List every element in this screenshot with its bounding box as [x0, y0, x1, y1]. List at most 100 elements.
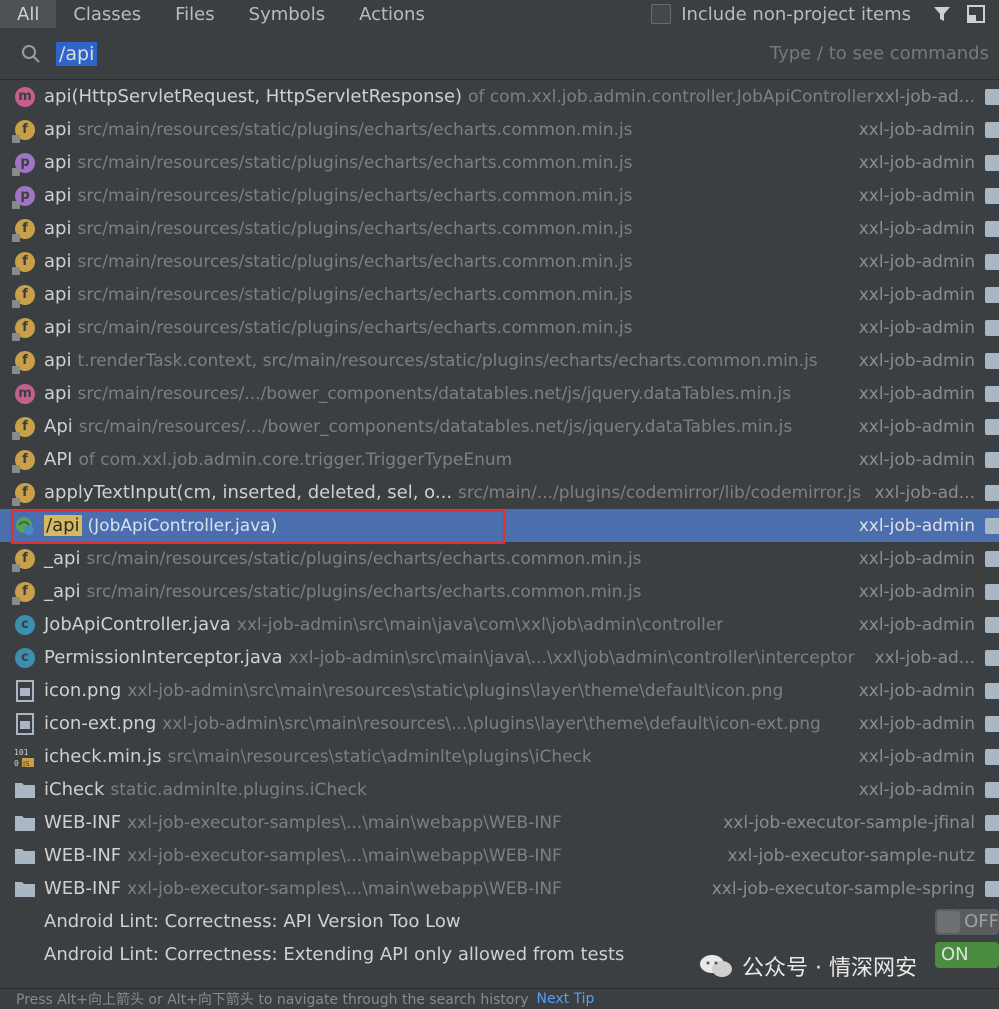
svg-text:JS: JS [22, 760, 30, 768]
field-icon: f [12, 416, 36, 440]
result-name: api [44, 218, 72, 239]
result-name: WEB-INF [44, 812, 122, 833]
result-row[interactable]: f api src/main/resources/static/plugins/ec… [0, 113, 999, 146]
property-icon: p [12, 185, 36, 209]
result-module: xxl-job-admin [858, 152, 975, 173]
result-row[interactable]: f Api src/main/resources/.../bower_compone… [0, 410, 999, 443]
result-name: _api [44, 548, 81, 569]
result-module: xxl-job-admin [858, 119, 975, 140]
search-bar: /api Type / to see commands [0, 28, 999, 80]
module-folder-icon [985, 187, 999, 204]
result-name: icheck.min.js [44, 746, 162, 767]
module-folder-icon [985, 583, 999, 600]
result-row[interactable]: f api src/main/resources/static/plugins/ec… [0, 278, 999, 311]
result-location: src/main/resources/static/plugins/echart… [77, 152, 633, 173]
include-non-project-checkbox[interactable] [651, 4, 672, 24]
result-name: icon.png [44, 680, 122, 701]
module-folder-icon [985, 781, 999, 798]
tab-files[interactable]: Files [158, 0, 232, 28]
folder-icon [14, 812, 36, 834]
result-name: api [44, 185, 72, 206]
module-folder-icon [985, 253, 999, 270]
module-folder-icon [985, 550, 999, 567]
tab-actions[interactable]: Actions [342, 0, 442, 28]
result-row[interactable]: f API of com.xxl.job.admin.core.trigger.Tr… [0, 443, 999, 476]
search-input[interactable]: /api [56, 41, 98, 66]
result-location: xxl-job-admin\src\main\java\com\xxl\job\… [236, 614, 724, 635]
result-row[interactable]: 101 0 JS icheck.min.js src\main\resources\st… [0, 740, 999, 773]
js-file-icon: 101 0 JS [14, 746, 36, 768]
result-row-selected[interactable]: /api (JobApiController.java) xxl-job-admin [0, 509, 999, 544]
result-row[interactable]: WEB-INF xxl-job-executor-samples\...\main… [0, 806, 999, 839]
module-folder-icon [985, 649, 999, 666]
result-row[interactable]: p api src/main/resources/static/plugins/ec… [0, 179, 999, 212]
module-folder-icon [985, 319, 999, 336]
result-row[interactable]: f api src/main/resources/static/plugins/ec… [0, 245, 999, 278]
next-tip-link[interactable]: Next Tip [536, 991, 594, 1007]
action-row[interactable]: Android Lint: Correctness: API Version T… [0, 905, 999, 938]
field-icon: f [12, 581, 36, 605]
result-row[interactable]: icon.png xxl-job-admin\src\main\resources… [0, 674, 999, 707]
result-module: xxl-job-admin [858, 317, 975, 338]
result-location: xxl-job-executor-samples\...\main\webapp… [127, 845, 562, 866]
result-row[interactable]: c PermissionInterceptor.java xxl-job-admin… [0, 641, 999, 674]
result-module: xxl-job-admin [858, 251, 975, 272]
result-location: static.adminlte.plugins.iCheck [110, 779, 367, 800]
result-module: xxl-job-admin [858, 416, 975, 437]
search-icon [22, 44, 40, 63]
result-row[interactable]: iCheck static.adminlte.plugins.iCheck xxl-… [0, 773, 999, 806]
tab-all[interactable]: All [0, 0, 57, 28]
result-module: xxl-job-admin [858, 284, 975, 305]
field-icon: f [12, 449, 36, 473]
result-row[interactable]: icon-ext.png xxl-job-admin\src\main\resou… [0, 707, 999, 740]
result-location: xxl-job-admin\src\main\java\...\xxl\job\… [288, 647, 855, 668]
result-location: src/main/.../plugins/codemirror/lib/code… [458, 482, 861, 503]
result-location: src/main/resources/static/plugins/echart… [77, 251, 633, 272]
preview-pane-icon[interactable] [965, 3, 987, 25]
action-toggle[interactable]: OFF [935, 908, 999, 935]
module-folder-icon [985, 847, 999, 864]
result-location: src/main/resources/static/plugins/echart… [86, 548, 642, 569]
action-toggle[interactable]: ON [935, 941, 999, 968]
result-row[interactable]: f _api src/main/resources/static/plugins/e… [0, 575, 999, 608]
module-folder-icon [985, 352, 999, 369]
module-folder-icon [985, 748, 999, 765]
folder-icon [14, 878, 36, 900]
result-name: applyTextInput(cm, inserted, deleted, se… [44, 482, 453, 503]
method-icon: m [14, 86, 36, 108]
result-row[interactable]: m api(HttpServletRequest, HttpServletResp… [0, 80, 999, 113]
field-icon: f [12, 284, 36, 308]
result-row[interactable]: WEB-INF xxl-job-executor-samples\...\main… [0, 872, 999, 905]
result-name: icon-ext.png [44, 713, 157, 734]
result-name: api [44, 119, 72, 140]
result-row[interactable]: m api src/main/resources/.../bower_compone… [0, 377, 999, 410]
result-module: xxl-job-admin [858, 614, 975, 635]
tab-bar-right: Include non-project items [651, 0, 999, 28]
watermark-text: 公众号 · 情深网安 [742, 956, 917, 981]
module-folder-icon [985, 517, 999, 534]
result-name: api [44, 152, 72, 173]
blank-icon [14, 944, 36, 966]
result-row[interactable]: c JobApiController.java xxl-job-admin\src\… [0, 608, 999, 641]
result-row[interactable]: f api src/main/resources/static/plugins/ec… [0, 212, 999, 245]
watermark: 公众号 · 情深网安 [698, 950, 917, 982]
result-row[interactable]: f api t.renderTask.context, src/main/resou… [0, 344, 999, 377]
module-folder-icon [985, 814, 999, 831]
field-icon: f [12, 251, 36, 275]
result-module: xxl-job-admin [858, 680, 975, 701]
result-row[interactable]: f applyTextInput(cm, inserted, deleted, s… [0, 476, 999, 509]
tab-symbols[interactable]: Symbols [232, 0, 342, 28]
module-folder-icon [985, 418, 999, 435]
result-name: api [44, 284, 72, 305]
result-row[interactable]: f _api src/main/resources/static/plugins/e… [0, 542, 999, 575]
result-row[interactable]: WEB-INF xxl-job-executor-samples\...\main… [0, 839, 999, 872]
result-location: xxl-job-admin\src\main\resources\static\… [127, 680, 784, 701]
folder-icon [14, 845, 36, 867]
result-row[interactable]: f api src/main/resources/static/plugins/ec… [0, 311, 999, 344]
tab-classes[interactable]: Classes [56, 0, 158, 28]
filter-icon[interactable] [931, 3, 953, 25]
svg-text:0: 0 [14, 759, 19, 768]
tab-bar: All Classes Files Symbols Actions Include no… [0, 0, 999, 28]
result-row[interactable]: p api src/main/resources/static/plugins/ec… [0, 146, 999, 179]
svg-text:101: 101 [14, 748, 29, 757]
